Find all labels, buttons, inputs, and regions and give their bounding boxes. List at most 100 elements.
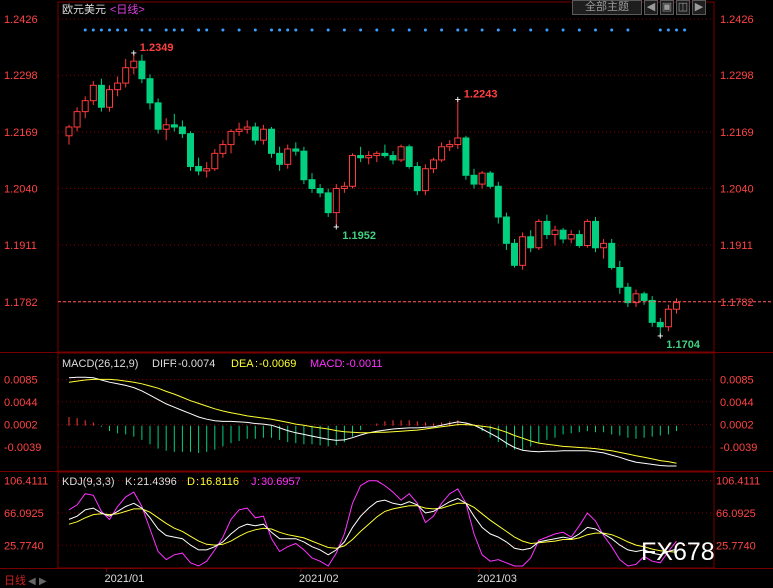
macd-tick-left: 0.0044 [4,397,38,409]
event-marker [626,28,630,32]
macd-value: -0.0011 [346,358,383,370]
candle-body [648,299,656,323]
candle-body [195,166,203,172]
candle-body [308,179,316,189]
diff-name: DIFF [152,358,177,370]
theme-select-button[interactable]: 全部主题 [572,0,642,15]
candle-body [624,286,632,304]
candle-body [73,111,81,128]
event-marker [529,28,533,32]
event-marker [294,28,298,32]
candle-body [227,130,235,146]
price-tick-left: 1.2169 [4,127,38,139]
j-line [68,480,677,567]
scroll-left-icon[interactable]: ◀ [644,0,658,15]
macd-tick-right: 0.0002 [720,420,754,432]
candle-body [664,308,672,328]
candle-body [373,152,381,157]
candle-body [446,144,454,148]
svg-text::: : [133,476,136,488]
price-tick-right: 1.1911 [720,240,753,252]
candle-body [575,234,583,247]
candle-body [65,126,73,137]
event-marker [440,28,444,32]
candle-body [389,155,397,161]
price-tick-right: 1.1782 [720,297,754,309]
event-marker [359,28,363,32]
candle-body [292,148,300,152]
candle-body [559,229,567,240]
candle-body [187,133,194,168]
event-marker [180,28,184,32]
event-marker [108,28,111,32]
candle-body [178,126,186,135]
candle-body [106,89,113,108]
event-marker [197,28,201,32]
candle-body [81,100,89,113]
k-value: 21.4396 [137,476,177,488]
extreme-marker: + [333,222,339,233]
macd-title: MACD(26,12,9) [62,358,138,370]
candle-body [122,67,130,84]
event-marker [407,28,411,32]
palette-icon[interactable]: ▣ [660,0,674,15]
event-marker [205,28,209,32]
candle-body [284,148,292,165]
kdj-tick-left: 25.7740 [4,540,44,552]
candle-body [535,220,543,249]
price-grid [58,18,714,303]
candle-body [608,242,616,269]
candle-body [454,137,462,146]
candle-body [616,267,624,288]
event-marker [666,28,670,32]
event-marker [683,28,687,32]
expand-icon[interactable]: ◫ [676,0,690,15]
candles [65,52,680,336]
macd-tick-right: -0.0039 [720,442,757,454]
event-marker [172,28,176,32]
candle-body [673,302,680,310]
candle-body [268,128,275,154]
price-tick-left: 1.1782 [4,297,38,309]
candle-body [494,185,502,218]
d-value: 16.8116 [200,476,239,488]
macd-tick-left: 0.0002 [4,420,38,432]
candle-body [470,174,478,185]
tab-prev-icon[interactable]: ◀ [28,576,36,587]
candle-body [592,220,599,249]
candle-body [365,155,373,159]
candle-body [340,185,348,189]
date-label: 2021/03 [477,573,517,585]
candle-body [170,124,178,128]
candle-body [640,293,648,301]
candle-body [97,84,105,108]
k-line [68,497,677,556]
event-marker [675,28,678,32]
candle-body [511,242,518,266]
event-marker [278,28,282,32]
event-marker [513,28,516,32]
candle-body [211,152,219,170]
candle-body [656,321,664,328]
candle-body [413,166,421,192]
macd-tick-right: 0.0085 [720,374,754,386]
d-line [68,502,677,553]
svg-text::: : [257,476,260,488]
scroll-right-icon[interactable]: ▶ [692,0,706,15]
price-tick-left: 1.2298 [4,70,38,82]
date-label: 2021/01 [105,573,145,585]
price-annotation: 1.2243 [464,88,498,100]
candle-body [219,144,227,154]
candle-body [600,242,608,249]
event-marker [164,28,168,32]
bottom-period-tab[interactable]: 日线 [4,573,26,587]
period-label[interactable]: <日线> [110,2,145,16]
candle-body [397,146,405,161]
candle-body [430,159,437,170]
candle-body [332,187,340,214]
price-tick-right: 1.2426 [720,14,754,26]
tab-next-icon[interactable]: ▶ [39,576,47,587]
candle-body [349,155,356,187]
event-marker [545,28,549,32]
event-marker [658,28,662,32]
